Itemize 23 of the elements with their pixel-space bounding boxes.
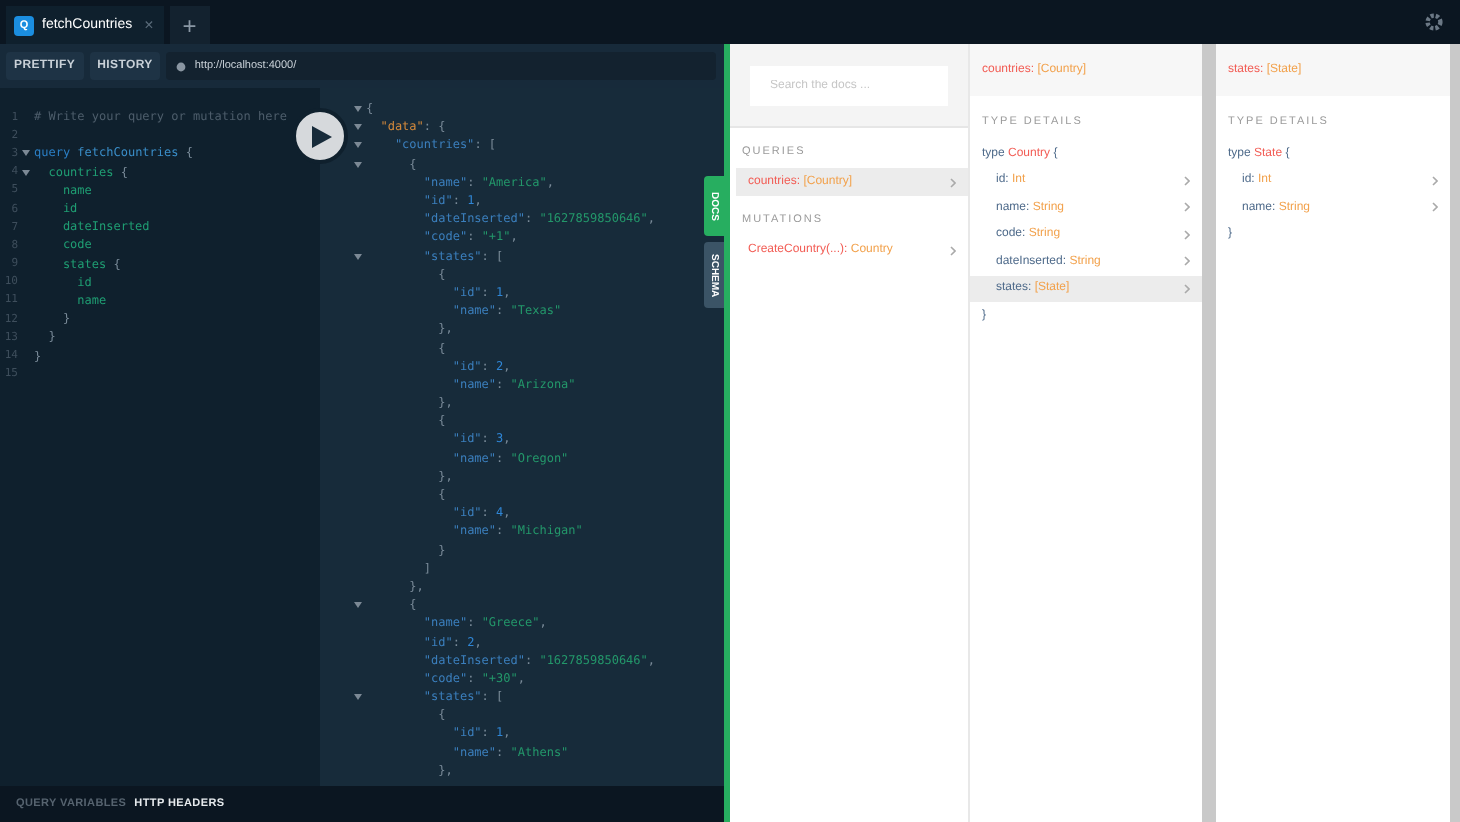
chevron-icon <box>1184 202 1190 213</box>
fold-arrow-icon[interactable] <box>354 253 362 260</box>
fold-arrow-icon[interactable] <box>22 150 30 157</box>
fold-arrow-icon[interactable] <box>354 124 362 131</box>
fold-arrow-icon[interactable] <box>354 161 362 168</box>
fold-arrow-icon[interactable] <box>354 694 362 701</box>
fold-arrow-icon[interactable] <box>354 602 362 609</box>
fold-arrow-icon[interactable] <box>354 106 362 113</box>
close-button[interactable]: × <box>144 16 154 34</box>
chevron-icon <box>1184 175 1190 186</box>
fold-arrow-icon[interactable] <box>22 169 30 176</box>
chevron-icon <box>1184 256 1190 267</box>
play-icon <box>312 125 332 147</box>
fold-arrow-icon[interactable] <box>354 142 362 149</box>
chevron-icon <box>1184 283 1190 294</box>
chevron-icon <box>1432 202 1438 213</box>
chevron-icon <box>1432 175 1438 186</box>
chevron-icon <box>950 245 956 255</box>
settings-icon[interactable] <box>1424 12 1444 32</box>
chevron-icon <box>950 177 956 187</box>
status-icon <box>176 61 187 71</box>
new-tab-button[interactable]: + <box>169 6 210 44</box>
chevron-icon <box>1184 229 1190 240</box>
